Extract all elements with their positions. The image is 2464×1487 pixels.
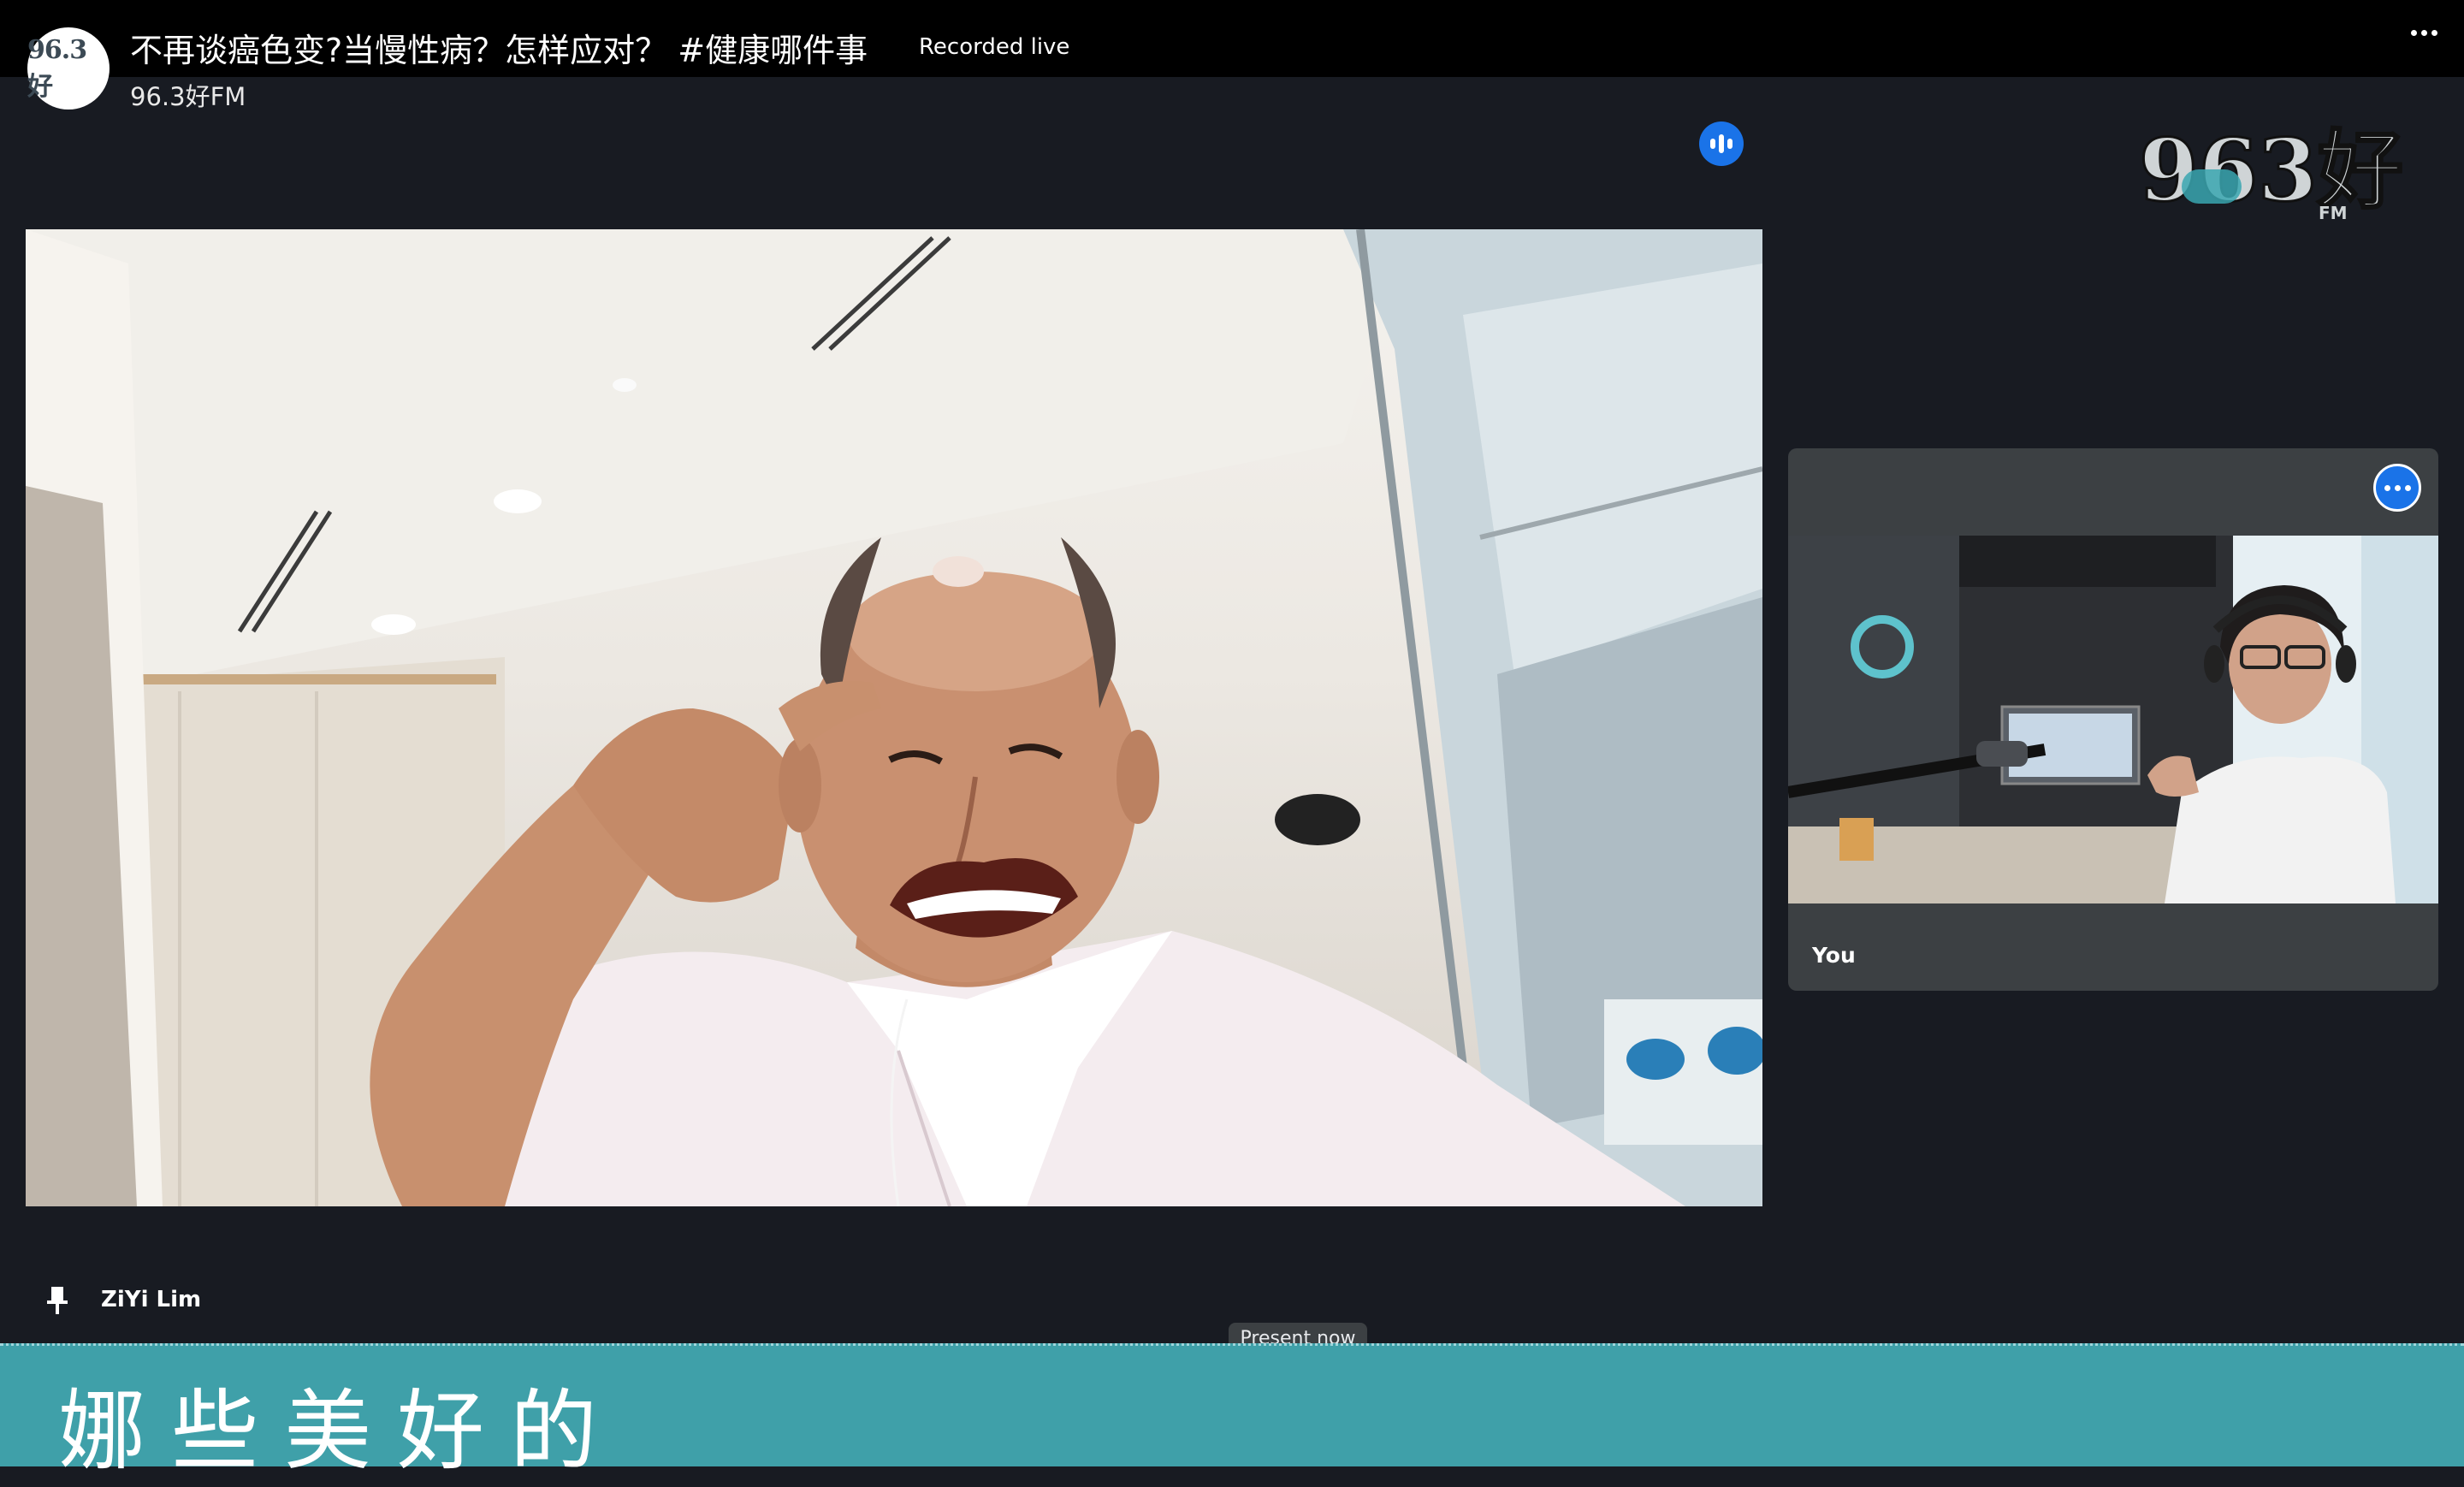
main-participant-name: ZiYi Lim [101, 1287, 202, 1312]
station-logo-text: 963好 [2139, 120, 2403, 221]
video-title[interactable]: 不再谈癌色变?当慢性病？怎样应对？ #健康哪件事 [130, 24, 868, 71]
self-view-video [1788, 536, 2438, 903]
audio-levels-icon [1699, 121, 1744, 166]
self-view-tile[interactable]: You [1788, 448, 2438, 991]
pin-icon[interactable] [44, 1285, 70, 1316]
channel-avatar-text: 96.3好 [27, 34, 87, 102]
main-participant-video[interactable] [26, 229, 1762, 1206]
self-view-label: You [1812, 943, 1856, 968]
recorded-live-label: Recorded live [919, 34, 1070, 60]
station-logo: 963好 FM [2138, 118, 2421, 229]
caption-banner: 娜些美好的 [0, 1343, 2464, 1483]
video-top-bar: 不再谈癌色变?当慢性病？怎样应对？ #健康哪件事 Recorded live [0, 0, 2464, 77]
channel-avatar[interactable]: 96.3好 [27, 27, 110, 110]
tile-more-options-icon[interactable] [2373, 464, 2421, 512]
caption-text: 娜些美好的 [58, 1381, 623, 1483]
station-logo-sub: FM [2319, 203, 2348, 223]
channel-name[interactable]: 96.3好FM [130, 77, 246, 113]
more-options-icon[interactable] [2411, 26, 2442, 39]
